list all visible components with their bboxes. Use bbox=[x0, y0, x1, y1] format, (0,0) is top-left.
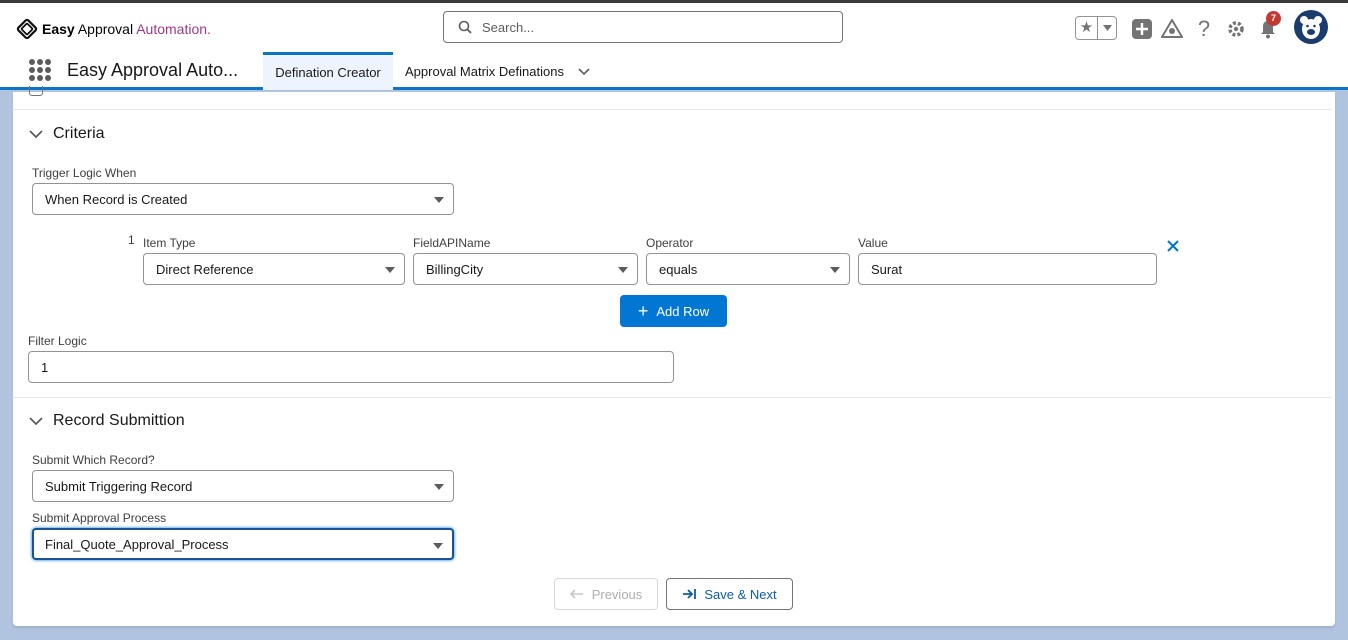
global-header: Easy Approval Automation. Search... ★ ? … bbox=[0, 0, 1348, 52]
previous-label: Previous bbox=[591, 586, 643, 602]
help-icon: ? bbox=[1197, 16, 1211, 41]
remove-row-close-icon[interactable] bbox=[1166, 239, 1180, 253]
trailhead-button[interactable] bbox=[1161, 18, 1183, 40]
criteria-section-toggle[interactable]: Criteria bbox=[29, 125, 105, 143]
filter-logic-label: Filter Logic bbox=[28, 334, 87, 348]
filter-logic-value: 1 bbox=[41, 359, 49, 375]
tab-defination-creator[interactable]: Defination Creator bbox=[263, 52, 393, 90]
divider bbox=[13, 397, 1331, 398]
trailhead-icon bbox=[1161, 19, 1183, 38]
star-icon: ★ bbox=[1076, 17, 1098, 39]
caret-down-icon bbox=[830, 267, 840, 273]
chevron-down-icon[interactable] bbox=[578, 65, 590, 77]
save-next-label: Save & Next bbox=[704, 586, 777, 602]
tab-approval-matrix-definations[interactable]: Approval Matrix Definations bbox=[405, 64, 564, 79]
submit-which-record-value: Submit Triggering Record bbox=[45, 478, 193, 494]
submit-approval-process-label: Submit Approval Process bbox=[32, 511, 167, 525]
logo-text: Easy Approval Automation. bbox=[42, 21, 211, 37]
field-api-name-label: FieldAPIName bbox=[413, 236, 491, 250]
favorites-button[interactable]: ★ bbox=[1075, 16, 1117, 40]
filter-logic-input[interactable]: 1 bbox=[28, 351, 674, 383]
trigger-logic-value: When Record is Created bbox=[45, 191, 188, 207]
setup-button[interactable] bbox=[1225, 18, 1247, 40]
record-submission-title: Record Submittion bbox=[53, 412, 185, 429]
value-input-text: Surat bbox=[871, 261, 903, 277]
item-type-value: Direct Reference bbox=[156, 261, 254, 277]
operator-select[interactable]: equals bbox=[646, 253, 850, 285]
user-avatar-icon bbox=[1300, 16, 1322, 39]
save-next-button[interactable]: Save & Next bbox=[666, 578, 793, 610]
notification-badge: 7 bbox=[1266, 11, 1281, 26]
help-button[interactable]: ? bbox=[1193, 16, 1215, 41]
add-row-label: Add Row bbox=[656, 303, 710, 319]
chevron-down-icon bbox=[29, 130, 43, 139]
submit-approval-process-select[interactable]: Final_Quote_Approval_Process bbox=[32, 528, 454, 560]
arrow-left-icon bbox=[569, 589, 583, 599]
criteria-row-number: 1 bbox=[128, 233, 135, 247]
avatar[interactable] bbox=[1294, 10, 1328, 44]
add-icon: + bbox=[637, 301, 649, 321]
caret-down-icon bbox=[433, 543, 443, 549]
app-name: Easy Approval Auto... bbox=[67, 60, 239, 80]
chevron-down-icon bbox=[29, 417, 43, 426]
search-input[interactable]: Search... bbox=[443, 11, 843, 43]
field-api-name-value: BillingCity bbox=[426, 261, 484, 277]
submit-which-record-label: Submit Which Record? bbox=[32, 453, 155, 467]
logo-automation: Automation. bbox=[133, 21, 211, 37]
item-type-label: Item Type bbox=[143, 236, 196, 250]
caret-down-icon bbox=[434, 197, 444, 203]
arrow-right-to-bar-icon bbox=[683, 589, 697, 599]
value-label: Value bbox=[858, 236, 888, 250]
operator-label: Operator bbox=[646, 236, 694, 250]
app-logo[interactable]: Easy Approval Automation. bbox=[16, 18, 211, 40]
app-launcher-icon[interactable] bbox=[29, 59, 51, 81]
previous-button[interactable]: Previous bbox=[554, 578, 658, 610]
logo-easy: Easy bbox=[42, 21, 75, 37]
trigger-logic-select[interactable]: When Record is Created bbox=[32, 183, 454, 215]
criteria-title: Criteria bbox=[53, 125, 105, 142]
logo-approval: Approval bbox=[74, 21, 134, 37]
search-icon bbox=[458, 20, 472, 34]
field-api-name-select[interactable]: BillingCity bbox=[413, 253, 638, 285]
caret-down-icon bbox=[618, 267, 628, 273]
caret-down-icon bbox=[1102, 25, 1112, 31]
search-placeholder: Search... bbox=[482, 19, 535, 35]
divider bbox=[13, 109, 1331, 110]
add-row-button[interactable]: + Add Row bbox=[620, 295, 727, 327]
submit-approval-process-value: Final_Quote_Approval_Process bbox=[45, 536, 229, 552]
item-type-select[interactable]: Direct Reference bbox=[143, 253, 405, 285]
checkbox[interactable] bbox=[29, 86, 43, 96]
logo-icon bbox=[16, 18, 38, 40]
submit-which-record-select[interactable]: Submit Triggering Record bbox=[32, 470, 454, 502]
gear-icon bbox=[1228, 21, 1244, 37]
definition-form-card: Criteria Trigger Logic When When Record … bbox=[13, 86, 1335, 626]
caret-down-icon bbox=[434, 484, 444, 490]
global-actions-button[interactable] bbox=[1131, 18, 1153, 40]
trigger-logic-label: Trigger Logic When bbox=[32, 166, 137, 180]
favorites-dropdown[interactable] bbox=[1098, 25, 1116, 31]
value-input[interactable]: Surat bbox=[858, 253, 1157, 285]
operator-value: equals bbox=[659, 261, 698, 277]
add-icon bbox=[1132, 19, 1152, 39]
app-navigation: Easy Approval Auto... Defination Creator… bbox=[0, 52, 1348, 90]
caret-down-icon bbox=[385, 267, 395, 273]
record-submission-section-toggle[interactable]: Record Submittion bbox=[29, 412, 185, 430]
